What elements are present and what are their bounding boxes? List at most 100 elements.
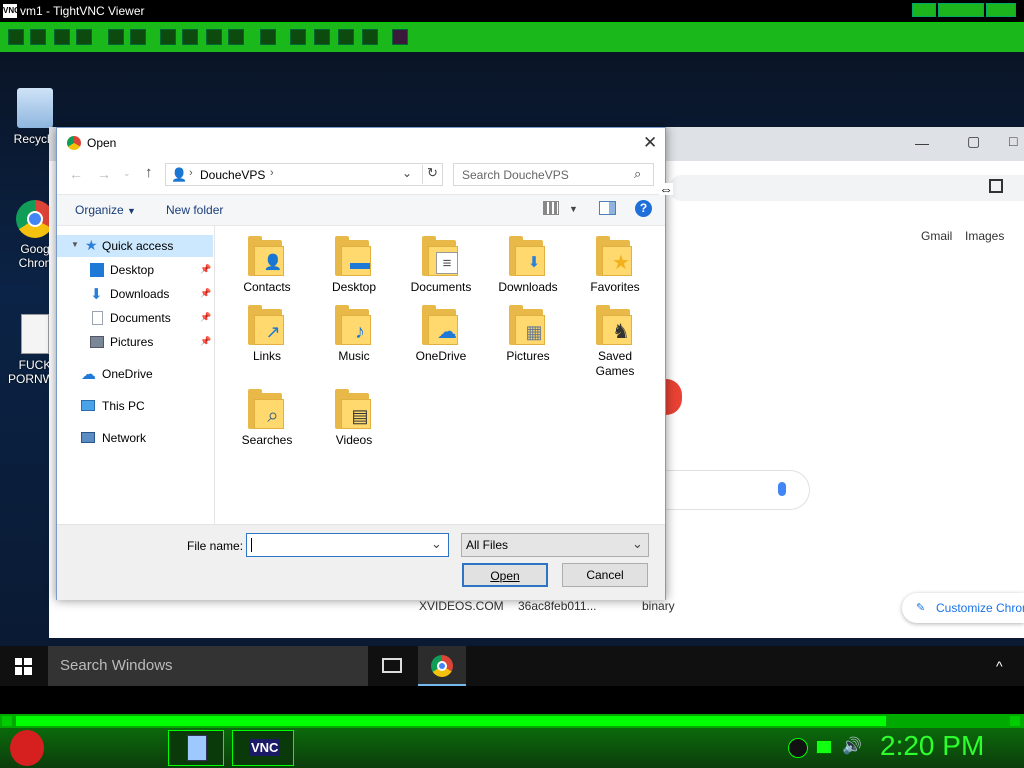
up-arrow-icon[interactable]: ↑: [145, 164, 153, 181]
start-menu-icon[interactable]: [182, 29, 198, 45]
file-type-select[interactable]: All Files ⌄: [461, 533, 649, 557]
folder-item-desktop[interactable]: ▬ Desktop: [311, 236, 397, 294]
link-icon: ↗: [265, 322, 281, 342]
zoom-in-icon[interactable]: [290, 29, 306, 45]
nav-label: Network: [102, 431, 147, 445]
organize-button[interactable]: Organize ▼: [75, 203, 136, 217]
folder-item-links[interactable]: ↗ Links: [224, 305, 310, 363]
scroll-right-icon[interactable]: [1010, 716, 1020, 726]
pin-icon: 📌: [200, 264, 212, 274]
folder-item-onedrive[interactable]: ☁ OneDrive: [398, 305, 484, 363]
breadcrumb-chevron-icon[interactable]: ›: [270, 167, 274, 179]
back-arrow-icon[interactable]: ←: [69, 166, 83, 182]
host-task-vnc-icon[interactable]: VNC: [232, 730, 294, 766]
google-search-box[interactable]: [666, 470, 810, 510]
cancel-button[interactable]: Cancel: [562, 563, 648, 587]
horizontal-scrollbar[interactable]: [0, 714, 1024, 728]
folder-item-music[interactable]: ♪ Music: [311, 305, 397, 363]
host-task-network-icon[interactable]: [168, 730, 224, 766]
new-folder-button[interactable]: New folder: [166, 203, 223, 217]
folder-item-pictures[interactable]: ▦ Pictures: [485, 305, 571, 363]
folder-icon: ♪: [335, 305, 373, 345]
chevron-down-icon[interactable]: ▼: [71, 240, 79, 249]
chrome-minimize-icon[interactable]: —: [915, 135, 929, 151]
dialog-title-bar[interactable]: Open ✕: [57, 128, 665, 158]
nav-item-pictures[interactable]: Pictures 📌: [57, 331, 213, 353]
help-icon[interactable]: ?: [635, 200, 652, 217]
zoom-fit-icon[interactable]: [362, 29, 378, 45]
forward-arrow-icon[interactable]: →: [97, 166, 111, 182]
scroll-left-icon[interactable]: [2, 716, 12, 726]
chrome-side-panel-icon[interactable]: [989, 179, 1003, 193]
open-button[interactable]: Open: [462, 563, 548, 587]
volume-icon[interactable]: 🔊: [842, 736, 862, 756]
folder-icon: ★: [596, 236, 634, 276]
chevron-down-icon[interactable]: ▼: [569, 204, 578, 214]
nav-item-quick-access[interactable]: ▼ ★ Quick access: [57, 235, 213, 257]
file-type-value: All Files: [466, 538, 509, 552]
folder-item-documents[interactable]: ≡ Documents: [398, 236, 484, 294]
chevron-down-icon[interactable]: ⌄: [431, 536, 442, 552]
nav-item-network[interactable]: Network: [57, 427, 213, 449]
alt-key-icon[interactable]: [228, 29, 244, 45]
nav-item-downloads[interactable]: ⬇ Downloads 📌: [57, 283, 213, 305]
tray-arrow-icon[interactable]: [788, 738, 808, 758]
folder-item-contacts[interactable]: 👤 Contacts: [224, 236, 310, 294]
taskbar-chrome-button[interactable]: [418, 646, 466, 686]
windows-start-icon[interactable]: [15, 658, 32, 675]
scrollbar-thumb[interactable]: [16, 716, 886, 726]
refresh-icon[interactable]: ↻: [422, 165, 442, 184]
search-box[interactable]: Search DoucheVPS ⌕: [453, 163, 654, 186]
file-name-combo[interactable]: ⌄: [246, 533, 449, 557]
folder-item-searches[interactable]: ⌕ Searches: [224, 389, 310, 447]
windows-search-box[interactable]: Search Windows: [48, 646, 368, 686]
customize-chrome-button[interactable]: ✎ Customize Chrom: [902, 593, 1024, 623]
search-input[interactable]: Search DoucheVPS: [462, 168, 569, 182]
host-clock[interactable]: 2:20 PM: [880, 730, 984, 762]
chrome-omnibox[interactable]: [669, 175, 1024, 201]
nav-item-onedrive[interactable]: ☁ OneDrive: [57, 363, 213, 385]
chrome-maximize-icon[interactable]: □: [1009, 133, 1017, 149]
maximize-button[interactable]: [938, 3, 984, 17]
recent-locations-icon[interactable]: ⌄: [123, 168, 131, 179]
nav-item-this-pc[interactable]: This PC: [57, 395, 213, 417]
info-icon[interactable]: [76, 29, 92, 45]
vnc-title-bar[interactable]: VNC vm1 - TightVNC Viewer: [0, 0, 1024, 22]
preview-pane-icon[interactable]: [599, 201, 616, 215]
ctrl-alt-del-icon[interactable]: [160, 29, 176, 45]
transfer-files-icon[interactable]: [260, 29, 276, 45]
folder-item-videos[interactable]: ▤ Videos: [311, 389, 397, 447]
images-link[interactable]: Images: [965, 229, 1004, 243]
angry-bird-icon[interactable]: [10, 730, 44, 766]
nav-item-documents[interactable]: Documents 📌: [57, 307, 213, 329]
nav-item-desktop[interactable]: Desktop 📌: [57, 259, 213, 281]
minimize-button[interactable]: [912, 3, 936, 17]
vnc-window-title: vm1 - TightVNC Viewer: [20, 4, 145, 18]
address-bar[interactable]: 👤 › DoucheVPS › ⌄ ↻: [165, 163, 443, 186]
network-icon: [81, 432, 95, 443]
microphone-icon[interactable]: [778, 482, 786, 496]
pause-icon[interactable]: [108, 29, 124, 45]
fullscreen-icon[interactable]: [392, 29, 408, 45]
save-icon[interactable]: [30, 29, 46, 45]
options-icon[interactable]: [54, 29, 70, 45]
windows-search-input[interactable]: Search Windows: [60, 657, 173, 674]
change-view-icon[interactable]: [543, 201, 559, 215]
ctrl-key-icon[interactable]: [206, 29, 222, 45]
chrome-restore-icon[interactable]: ▢: [967, 133, 980, 150]
close-icon[interactable]: ✕: [643, 133, 657, 153]
task-view-icon[interactable]: [382, 658, 402, 673]
folder-item-saved-games[interactable]: ♞ Saved Games: [572, 305, 658, 379]
address-segment[interactable]: DoucheVPS: [200, 168, 265, 182]
chevron-down-icon[interactable]: ⌄: [402, 166, 412, 180]
refresh-icon[interactable]: [130, 29, 146, 45]
folder-item-favorites[interactable]: ★ Favorites: [572, 236, 658, 294]
gmail-link[interactable]: Gmail: [921, 229, 952, 243]
zoom-out-icon[interactable]: [314, 29, 330, 45]
folder-item-downloads[interactable]: ⬇ Downloads: [485, 236, 571, 294]
new-connection-icon[interactable]: [8, 29, 24, 45]
zoom-100-icon[interactable]: [338, 29, 354, 45]
tray-network-icon[interactable]: [816, 740, 832, 754]
close-button[interactable]: [986, 3, 1016, 17]
show-hidden-icons-icon[interactable]: ^: [996, 658, 1003, 674]
